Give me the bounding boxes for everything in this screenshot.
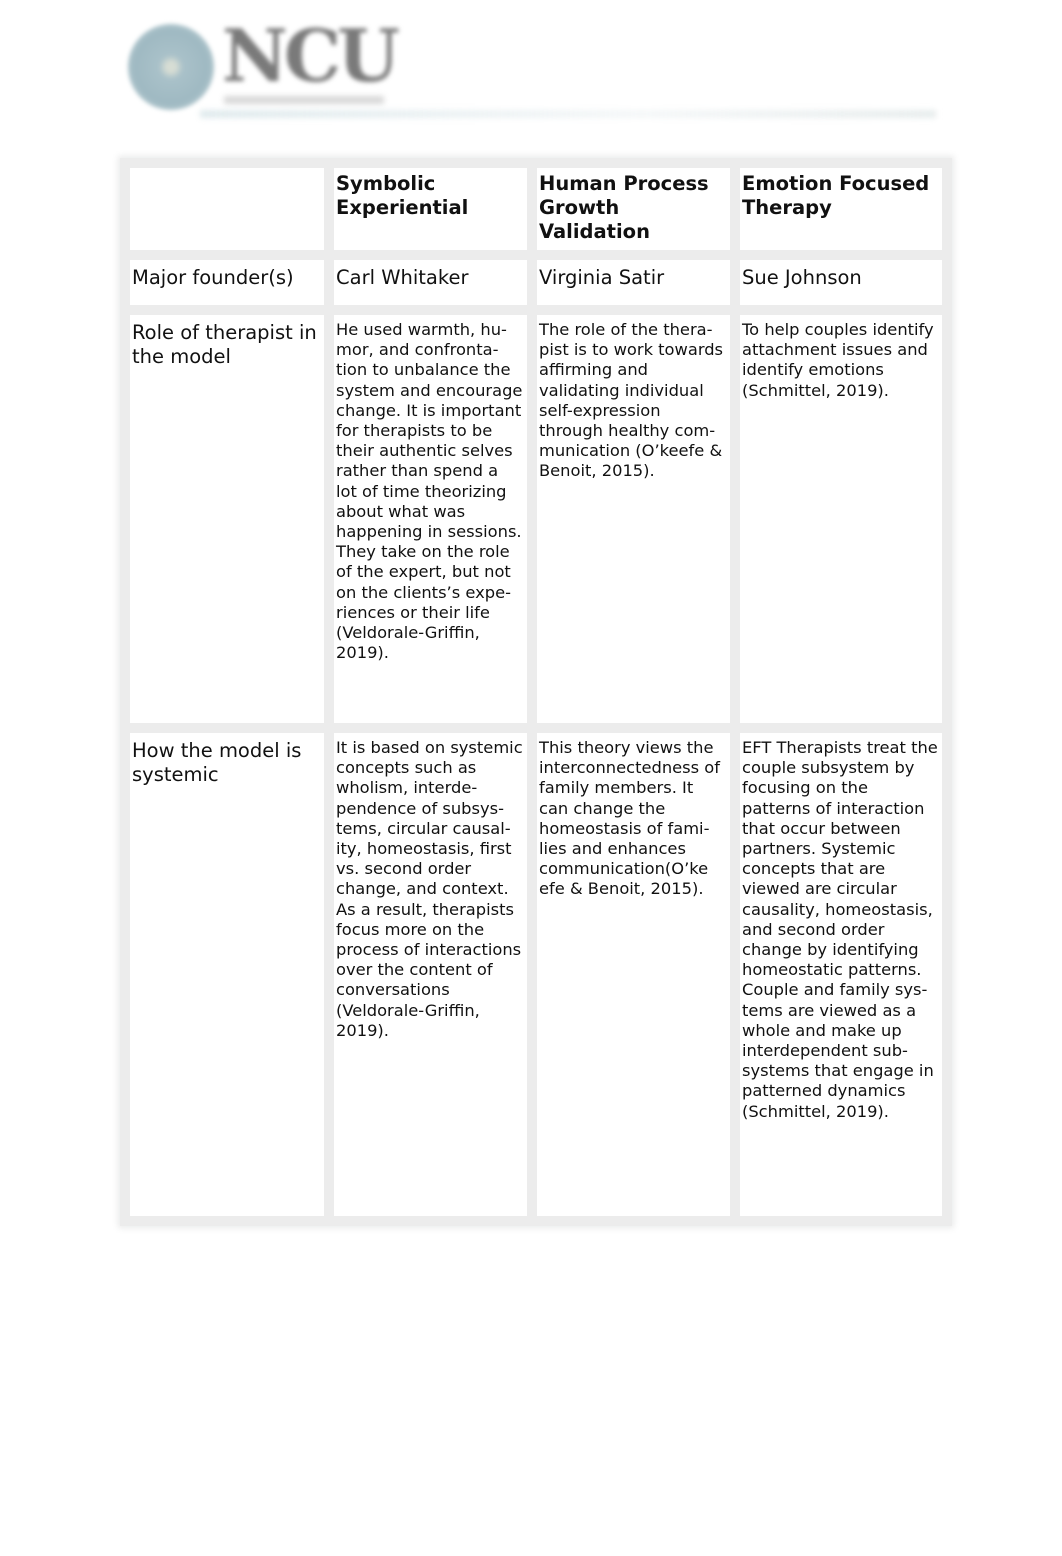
university-seal-icon	[128, 24, 214, 110]
header-divider	[200, 110, 936, 118]
column-header-symbolic-experiential: Symbolic Experiential	[324, 158, 537, 260]
table-cell: To help couples iden­tify attachment is­…	[730, 305, 952, 733]
table-cell: Virginia Satir	[527, 250, 740, 315]
table-cell: The role of the thera­pist is to work to…	[527, 305, 740, 733]
table-cell: Sue Johnson	[730, 250, 952, 315]
logo-subtitle	[224, 96, 384, 104]
ncu-logo: NCU	[124, 13, 404, 114]
column-header-human-process-growth-validation: Human Process Growth Validation	[527, 158, 740, 260]
table-row: Role of therapist in the model He used w…	[120, 305, 952, 733]
table-cell: This theory views the interconnectedness…	[527, 723, 740, 1226]
table-cell: Carl Whitaker	[324, 250, 537, 315]
table-cell: EFT Therapists treat the couple subsys­t…	[730, 723, 952, 1226]
corner-cell	[120, 158, 334, 260]
row-label-how-systemic: How the model is systemic	[120, 723, 334, 1226]
table-cell: He used warmth, hu­mor, and confronta­ti…	[324, 305, 537, 733]
table-header-row: Symbolic Experiential Human Process Grow…	[120, 158, 952, 260]
table-row: Major founder(s) Carl Whitaker Virginia …	[120, 250, 952, 315]
table-cell: It is based on sys­temic concepts such a…	[324, 723, 537, 1226]
logo-text: NCU	[222, 13, 400, 98]
row-label-major-founders: Major founder(s)	[120, 250, 334, 315]
column-header-emotion-focused-therapy: Emotion Focused Therapy	[730, 158, 952, 260]
row-label-role-of-therapist: Role of therapist in the model	[120, 305, 334, 733]
comparison-table: Symbolic Experiential Human Process Grow…	[120, 158, 952, 1226]
table-row: How the model is systemic It is based on…	[120, 723, 952, 1226]
